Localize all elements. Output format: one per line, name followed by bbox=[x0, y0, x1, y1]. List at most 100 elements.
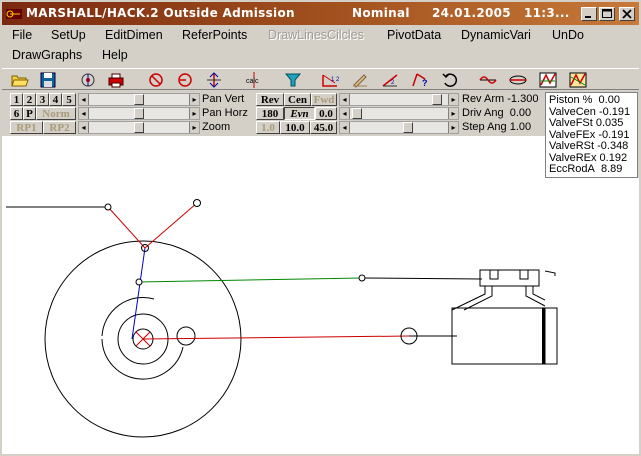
measure-button[interactable]: 1 2 bbox=[320, 71, 340, 89]
slider-right-arrow-icon[interactable]: ▸ bbox=[189, 108, 199, 119]
slider-left-arrow-icon[interactable]: ◂ bbox=[340, 122, 350, 133]
menu-drawgraphs[interactable]: DrawGraphs bbox=[12, 48, 82, 62]
angle-180-button[interactable]: 180 bbox=[256, 107, 284, 120]
cen-button[interactable]: Cen bbox=[284, 93, 311, 106]
undo-button[interactable] bbox=[440, 71, 460, 89]
close-button[interactable] bbox=[619, 7, 635, 21]
valve-spindle bbox=[361, 277, 483, 280]
question-button[interactable]: ? bbox=[410, 71, 430, 89]
zoom-slider[interactable]: ◂ ▸ bbox=[78, 121, 200, 134]
move-vertical-button[interactable] bbox=[204, 71, 224, 89]
valve-chest bbox=[479, 269, 540, 287]
slider-right-arrow-icon[interactable]: ▸ bbox=[448, 122, 458, 133]
step-ang-thumb[interactable] bbox=[403, 122, 413, 133]
arrow-circle-button[interactable] bbox=[175, 71, 195, 89]
graph-icon bbox=[539, 72, 557, 88]
slider-left-arrow-icon[interactable]: ◂ bbox=[79, 108, 89, 119]
time-label: 11:3... bbox=[524, 6, 570, 20]
preset-4-button[interactable]: 4 bbox=[49, 93, 62, 106]
preset-3-button[interactable]: 3 bbox=[36, 93, 49, 106]
preset-p-button[interactable]: P bbox=[23, 107, 36, 120]
eccentric-rod bbox=[131, 247, 146, 340]
graph-button[interactable] bbox=[538, 71, 558, 89]
target-button[interactable] bbox=[78, 71, 98, 89]
close-icon bbox=[622, 9, 632, 19]
pan-vert-thumb[interactable] bbox=[134, 94, 144, 105]
menu-drawlinescircles[interactable]: DrawLinesCilcles bbox=[268, 28, 364, 42]
link-icon bbox=[509, 75, 527, 85]
eccentric-arc bbox=[101, 338, 184, 380]
step-45-button[interactable]: 45.0 bbox=[310, 121, 337, 134]
menu-referpoints[interactable]: ReferPoints bbox=[182, 28, 247, 42]
driv-ang-slider[interactable]: ◂ ▸ bbox=[339, 107, 459, 120]
step-1-button[interactable]: 1.0 bbox=[256, 121, 280, 134]
driv-ang-thumb[interactable] bbox=[352, 108, 362, 119]
slider-right-arrow-icon[interactable]: ▸ bbox=[189, 122, 199, 133]
undo-icon bbox=[442, 73, 458, 87]
pen-button[interactable] bbox=[350, 71, 370, 89]
fwd-button[interactable]: Fwd bbox=[311, 93, 337, 106]
wave-button[interactable] bbox=[478, 71, 498, 89]
slider-left-arrow-icon[interactable]: ◂ bbox=[340, 94, 350, 105]
calculator-icon: calc bbox=[246, 72, 259, 88]
preset-2-button[interactable]: 2 bbox=[23, 93, 36, 106]
menu-help[interactable]: Help bbox=[102, 48, 128, 62]
menu-editdimen[interactable]: EditDimen bbox=[105, 28, 163, 42]
preset-1-button[interactable]: 1 bbox=[10, 93, 23, 106]
menu-setup[interactable]: SetUp bbox=[51, 28, 86, 42]
rev-button[interactable]: Rev bbox=[256, 93, 284, 106]
preset-6-button[interactable]: 6 bbox=[10, 107, 23, 120]
zoom-label: Zoom bbox=[202, 121, 231, 133]
evn-button[interactable]: Evn bbox=[284, 107, 315, 120]
open-button[interactable] bbox=[10, 71, 30, 89]
slider-right-arrow-icon[interactable]: ▸ bbox=[448, 108, 458, 119]
menu-file[interactable]: File bbox=[12, 28, 32, 42]
rev-arm-slider[interactable]: ◂ ▸ bbox=[339, 93, 459, 106]
slider-left-arrow-icon[interactable]: ◂ bbox=[340, 108, 350, 119]
menu-dynamicvari[interactable]: DynamicVari bbox=[461, 28, 531, 42]
step-ang-slider[interactable]: ◂ ▸ bbox=[339, 121, 459, 134]
step-0-button[interactable]: 0.0 bbox=[315, 107, 337, 120]
pan-vert-label: Pan Vert bbox=[202, 93, 245, 105]
print-button[interactable] bbox=[106, 71, 126, 89]
angle-button[interactable]: 2 bbox=[380, 71, 400, 89]
slider-right-arrow-icon[interactable]: ▸ bbox=[189, 94, 199, 105]
rev-arm-value: -1.300 bbox=[507, 93, 539, 105]
no-entry-button[interactable] bbox=[146, 71, 166, 89]
step-10-button[interactable]: 10.0 bbox=[280, 121, 310, 134]
norm-button[interactable]: Norm bbox=[36, 107, 76, 120]
valve-gear-drawing bbox=[6, 199, 545, 438]
app-icon[interactable] bbox=[6, 7, 22, 21]
valve-rod bbox=[138, 277, 363, 283]
minimize-button[interactable] bbox=[581, 7, 597, 21]
slider-left-arrow-icon[interactable]: ◂ bbox=[79, 94, 89, 105]
rp1-button[interactable]: RP1 bbox=[10, 121, 43, 134]
funnel-button[interactable] bbox=[283, 71, 303, 89]
mechanism-canvas[interactable] bbox=[2, 136, 545, 454]
rev-arm-thumb[interactable] bbox=[432, 94, 442, 105]
pan-horz-thumb[interactable] bbox=[134, 108, 144, 119]
reverse-link-right bbox=[144, 202, 198, 249]
svg-text:?: ? bbox=[422, 78, 428, 88]
link-button[interactable] bbox=[508, 71, 528, 89]
valve-control-panel: Rev Cen Fwd 180 Evn 0.0 1.0 10.0 45.0 ◂ … bbox=[254, 92, 544, 134]
step-ang-readout: Step Ang 1.00 bbox=[462, 121, 531, 134]
save-button[interactable] bbox=[38, 71, 58, 89]
pan-vert-slider[interactable]: ◂ ▸ bbox=[78, 93, 200, 106]
funnel-icon bbox=[284, 73, 302, 87]
graph2-button[interactable] bbox=[568, 71, 588, 89]
menu-undo[interactable]: UnDo bbox=[552, 28, 584, 42]
rp2-button[interactable]: RP2 bbox=[43, 121, 76, 134]
slider-right-arrow-icon[interactable]: ▸ bbox=[448, 94, 458, 105]
top-pivot bbox=[193, 199, 201, 207]
calculator-button[interactable]: calc bbox=[244, 71, 264, 89]
slider-left-arrow-icon[interactable]: ◂ bbox=[79, 122, 89, 133]
pan-horz-slider[interactable]: ◂ ▸ bbox=[78, 107, 200, 120]
question-icon: ? bbox=[412, 73, 428, 88]
rev-arm-label: Rev Arm bbox=[462, 93, 505, 105]
menu-pivotdata[interactable]: PivotData bbox=[387, 28, 441, 42]
maximize-button[interactable] bbox=[599, 7, 615, 21]
preset-5-button[interactable]: 5 bbox=[62, 93, 76, 106]
minimize-icon bbox=[585, 16, 591, 18]
zoom-thumb[interactable] bbox=[134, 122, 144, 133]
